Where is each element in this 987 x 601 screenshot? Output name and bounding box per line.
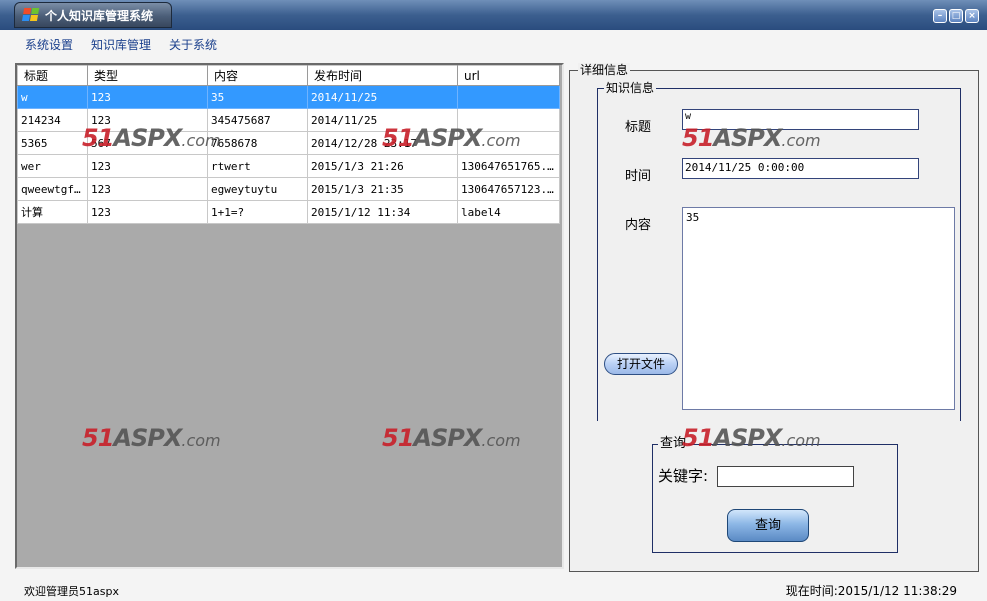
cell-title[interactable]: wer	[17, 154, 88, 178]
maximize-icon[interactable]: □	[949, 9, 963, 23]
cell-publish-time[interactable]: 2015/1/3 21:26	[307, 154, 458, 178]
column-header-type[interactable]: 类型	[87, 65, 208, 86]
minimize-icon[interactable]: –	[933, 9, 947, 23]
knowledge-grid[interactable]: 标题 类型 内容 发布时间 url w 123 35 2014/11/25 214234…	[15, 63, 564, 569]
column-header-title[interactable]: 标题	[17, 65, 88, 86]
content-textarea[interactable]: 35	[682, 207, 955, 410]
window-title-tab: 个人知识库管理系统	[14, 2, 172, 28]
cell-content[interactable]: 35	[207, 85, 308, 109]
table-row[interactable]: 计算 123 1+1=? 2015/1/12 11:34 label4	[17, 200, 560, 224]
info-group-title: 知识信息	[604, 81, 657, 95]
query-button[interactable]: 查询	[727, 509, 809, 542]
keyword-input[interactable]	[717, 466, 854, 487]
time-field[interactable]: 2014/11/25 0:00:00	[682, 158, 919, 179]
table-row[interactable]: wer 123 rtwert 2015/1/3 21:26 130647651765..…	[17, 154, 560, 178]
cell-type[interactable]: 123	[87, 154, 208, 178]
title-field[interactable]: w	[682, 109, 919, 130]
open-file-button[interactable]: 打开文件	[604, 353, 678, 375]
cell-content[interactable]: egweytuytu	[207, 177, 308, 201]
cell-type[interactable]: 123	[87, 177, 208, 201]
menu-knowledge-management[interactable]: 知识库管理	[82, 36, 160, 53]
table-row[interactable]: w 123 35 2014/11/25	[17, 85, 560, 109]
table-row[interactable]: 214234 123 345475687 2014/11/25	[17, 108, 560, 132]
time-label: 时间	[625, 169, 652, 184]
content-label: 内容	[625, 218, 652, 233]
current-time-status: 现在时间:2015/1/12 11:38:29	[785, 584, 957, 598]
cell-publish-time[interactable]: 2014/12/28 23:17	[307, 131, 458, 155]
window-title: 个人知识库管理系统	[45, 8, 154, 23]
cell-content[interactable]: 345475687	[207, 108, 308, 132]
cell-url[interactable]	[457, 85, 560, 109]
cell-type[interactable]: 123	[87, 200, 208, 224]
cell-publish-time[interactable]: 2015/1/12 11:34	[307, 200, 458, 224]
cell-content[interactable]: 7658678	[207, 131, 308, 155]
cell-content[interactable]: 1+1=?	[207, 200, 308, 224]
keyword-label: 关键字:	[658, 467, 709, 485]
detail-group-title: 详细信息	[578, 63, 631, 77]
cell-url[interactable]	[457, 108, 560, 132]
cell-title[interactable]: 214234	[17, 108, 88, 132]
windows-logo-icon	[21, 8, 40, 22]
table-row[interactable]: 5365 567 7658678 2014/12/28 23:17	[17, 131, 560, 155]
column-header-publish-time[interactable]: 发布时间	[307, 65, 458, 86]
title-bar[interactable]: 个人知识库管理系统 – □ ×	[0, 0, 987, 30]
menu-bar: 系统设置 知识库管理 关于系统	[0, 30, 226, 58]
title-label: 标题	[625, 120, 652, 135]
cell-title[interactable]: w	[17, 85, 88, 109]
table-row[interactable]: qweewtgfds 123 egweytuytu 2015/1/3 21:35 130…	[17, 177, 560, 201]
query-group: 查询 关键字: 查询	[652, 437, 898, 553]
cell-url[interactable]: label4	[457, 200, 560, 224]
cell-publish-time[interactable]: 2014/11/25	[307, 108, 458, 132]
column-header-content[interactable]: 内容	[207, 65, 308, 86]
cell-url[interactable]	[457, 131, 560, 155]
cell-publish-time[interactable]: 2015/1/3 21:35	[307, 177, 458, 201]
cell-publish-time[interactable]: 2014/11/25	[307, 85, 458, 109]
cell-url[interactable]: 130647657123...	[457, 177, 560, 201]
query-group-title: 查询	[658, 436, 689, 451]
menu-system-settings[interactable]: 系统设置	[16, 36, 82, 53]
cell-type[interactable]: 123	[87, 108, 208, 132]
grid-header-row: 标题 类型 内容 发布时间 url	[17, 65, 560, 86]
welcome-status: 欢迎管理员51aspx	[24, 585, 119, 598]
cell-title[interactable]: qweewtgfds	[17, 177, 88, 201]
close-icon[interactable]: ×	[965, 9, 979, 23]
info-group: 知识信息 标题 w 时间 2014/11/25 0:00:00 内容 35 打开…	[597, 81, 961, 421]
cell-url[interactable]: 130647651765...	[457, 154, 560, 178]
detail-group: 详细信息 知识信息 标题 w 时间 2014/11/25 0:00:00 内容 …	[569, 63, 979, 572]
cell-title[interactable]: 计算	[17, 200, 88, 224]
column-header-url[interactable]: url	[457, 65, 560, 86]
cell-type[interactable]: 567	[87, 131, 208, 155]
cell-type[interactable]: 123	[87, 85, 208, 109]
cell-content[interactable]: rtwert	[207, 154, 308, 178]
cell-title[interactable]: 5365	[17, 131, 88, 155]
menu-about[interactable]: 关于系统	[160, 36, 226, 53]
